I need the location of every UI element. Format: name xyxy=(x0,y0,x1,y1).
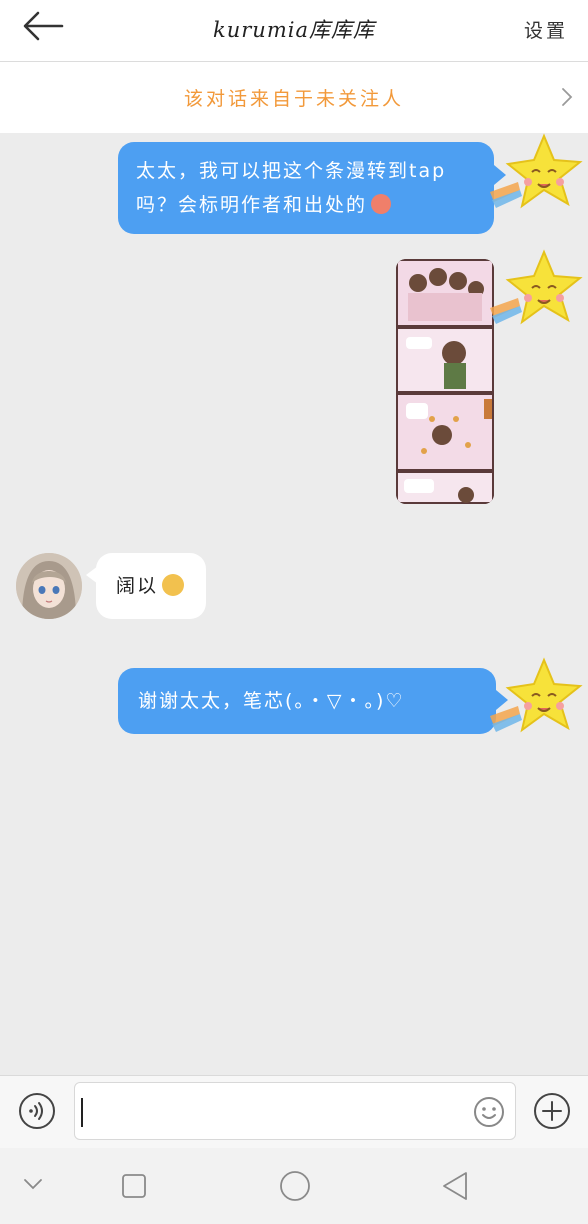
circle-icon[interactable] xyxy=(279,1170,311,1202)
voice-icon[interactable] xyxy=(18,1092,56,1130)
top-bar: kurumia库库库 设置 xyxy=(0,0,588,62)
star-icon xyxy=(490,133,583,209)
plus-icon[interactable] xyxy=(533,1092,571,1130)
message-text: 谢谢太太，笔芯(。・▽・。)♡ xyxy=(138,690,405,712)
smiley-icon[interactable] xyxy=(473,1096,505,1128)
source-notice-text: 该对话来自于未关注人 xyxy=(183,88,404,110)
star-icon xyxy=(490,249,583,325)
square-icon[interactable] xyxy=(121,1173,147,1199)
input-bar xyxy=(0,1075,588,1148)
message-input[interactable] xyxy=(74,1082,516,1140)
system-nav-bar xyxy=(0,1148,588,1224)
chat-title: kurumia库库库 xyxy=(213,18,375,42)
text-caret xyxy=(81,1098,83,1127)
star-icon xyxy=(490,657,583,733)
message-text: 阔以 xyxy=(116,575,159,597)
incoming-message-bubble[interactable]: 阔以 xyxy=(96,553,206,619)
avatar[interactable] xyxy=(16,553,82,619)
comic-image[interactable] xyxy=(396,259,494,504)
chevron-right-icon xyxy=(562,88,573,106)
settings-button[interactable]: 设置 xyxy=(524,16,568,43)
doge-emoji-icon xyxy=(162,574,185,596)
chevron-down-icon[interactable] xyxy=(22,1176,44,1192)
octopus-emoji-icon xyxy=(371,194,392,214)
message-text: 太太，我可以把这个条漫转到tap吗？会标明作者和出处的 xyxy=(136,160,447,216)
source-notice-bar[interactable]: 该对话来自于未关注人 xyxy=(0,62,588,133)
comic-strip-illustration xyxy=(396,259,494,504)
triangle-back-icon[interactable] xyxy=(440,1170,470,1202)
outgoing-message-bubble[interactable]: 谢谢太太，笔芯(。・▽・。)♡ xyxy=(118,668,496,734)
avatar-illustration xyxy=(16,553,82,619)
outgoing-message-bubble[interactable]: 太太，我可以把这个条漫转到tap吗？会标明作者和出处的 xyxy=(118,142,494,234)
